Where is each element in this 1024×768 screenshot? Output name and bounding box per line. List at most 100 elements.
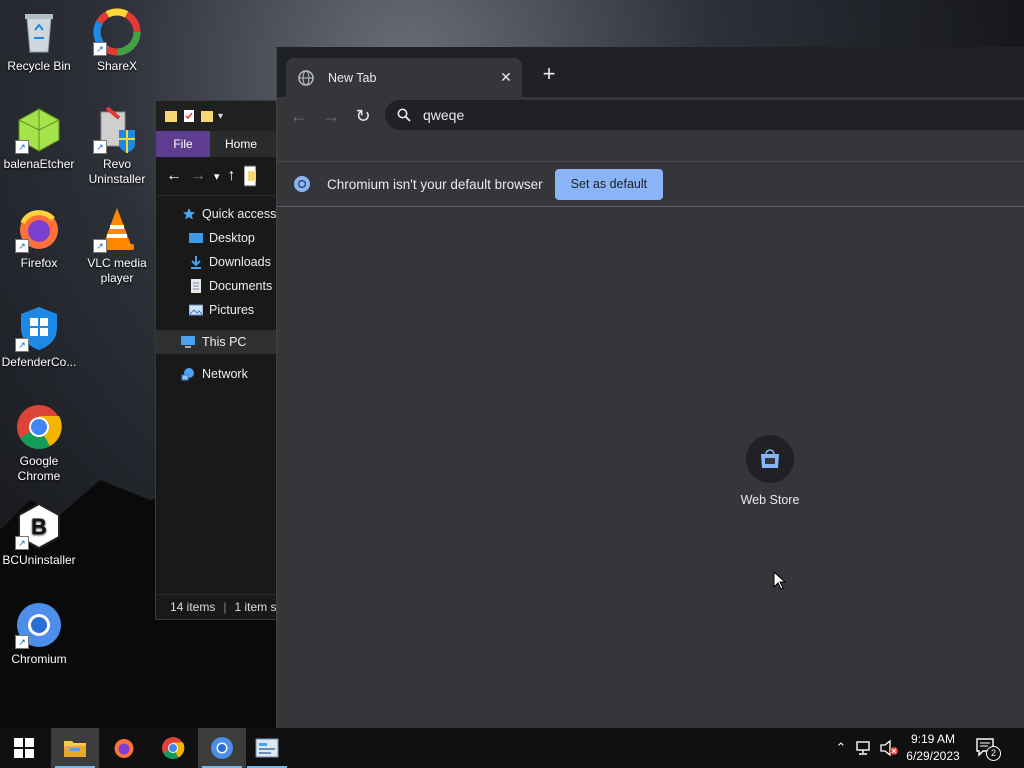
desktop-icon-defender-control[interactable]: ↗ DefenderCo... [0, 304, 79, 370]
network-status-icon[interactable] [854, 739, 876, 757]
chrome-icon [162, 737, 185, 759]
new-tab-button[interactable]: + [537, 61, 561, 87]
folder-icon [165, 111, 177, 122]
globe-icon [298, 69, 314, 86]
network-icon [181, 368, 194, 381]
sharex-icon: ↗ [93, 8, 141, 56]
taskbar-chromium[interactable] [198, 728, 246, 768]
reload-button[interactable]: ↻ [347, 100, 379, 132]
tab-new-tab[interactable]: New Tab ✕ [286, 58, 522, 97]
back-arrow-icon[interactable]: ← [166, 167, 182, 185]
star-icon [183, 208, 195, 220]
clock-date: 6/29/2023 [906, 749, 960, 763]
desktop-icon-chromium[interactable]: ↗ Chromium [0, 601, 79, 667]
mouse-cursor-icon [773, 571, 787, 590]
new-folder-icon[interactable] [200, 108, 214, 124]
default-browser-infobar: Chromium isn't your default browser Set … [277, 162, 1024, 207]
balenaetcher-icon: ↗ [15, 106, 63, 154]
ribbon-tab-file[interactable]: File [156, 131, 210, 157]
new-tab-page: Web Store [277, 207, 1024, 730]
quick-access-dropdown-icon[interactable]: ▾ [218, 111, 223, 122]
back-button[interactable]: ← [283, 100, 315, 132]
item-count: 14 items [170, 600, 216, 614]
desktop-icon-sharex[interactable]: ↗ ShareX [77, 8, 157, 74]
set-as-default-button[interactable]: Set as default [554, 168, 664, 200]
shortcut-arrow-icon: ↗ [15, 140, 29, 154]
desktop-icon-revo-uninstaller[interactable]: ↗ Revo Uninstaller [77, 106, 157, 187]
recycle-bin-icon [15, 8, 63, 56]
taskbar-file-explorer[interactable] [51, 728, 99, 768]
up-arrow-icon[interactable]: ↑ [228, 167, 236, 185]
desktop-icon-vlc[interactable]: ↗ VLC media player [77, 205, 157, 286]
web-store-icon [746, 435, 794, 483]
nav-item-network[interactable]: Network [156, 362, 278, 386]
file-explorer-icon [64, 741, 86, 757]
desktop-icon-google-chrome[interactable]: Google Chrome [0, 403, 79, 484]
system-tray: ⌃ [832, 728, 900, 768]
selection-count: 1 item s [234, 600, 277, 614]
desktop-icon-firefox[interactable]: ↗ Firefox [0, 205, 79, 271]
properties-icon[interactable] [182, 108, 196, 124]
bcuninstaller-icon: B ↗ [15, 502, 63, 550]
svg-text:B: B [31, 514, 47, 539]
forward-button[interactable]: → [315, 100, 347, 132]
nav-item-documents[interactable]: Documents [156, 274, 278, 298]
shortcut-arrow-icon: ↗ [15, 635, 29, 649]
omnibox[interactable] [385, 100, 1024, 130]
defender-control-icon: ↗ [15, 304, 63, 352]
taskbar-firefox[interactable] [100, 728, 148, 768]
forward-arrow-icon[interactable]: → [190, 167, 206, 185]
desktop-icon-recycle-bin[interactable]: Recycle Bin [0, 8, 79, 74]
explorer-title-bar[interactable]: ▾ [156, 101, 278, 131]
address-folder-icon[interactable] [243, 165, 256, 187]
chromium-icon [211, 737, 233, 759]
taskbar-chrome[interactable] [149, 728, 197, 768]
chromium-window[interactable]: New Tab ✕ + ← → ↻ Chromium isn't your de… [276, 47, 1024, 728]
tab-close-icon[interactable]: ✕ [496, 69, 516, 86]
taskbar-clock[interactable]: 9:19 AM 6/29/2023 [900, 731, 966, 765]
desktop-icon-balenaetcher[interactable]: ↗ balenaEtcher [0, 106, 79, 172]
explorer-nav-bar: ← → ▾ ↑ [156, 157, 278, 196]
control-panel-icon [255, 738, 279, 758]
shortcut-web-store[interactable]: Web Store [725, 435, 815, 507]
action-center-button[interactable]: 2 [974, 736, 1001, 761]
shortcut-arrow-icon: ↗ [15, 338, 29, 352]
shortcut-arrow-icon: ↗ [93, 239, 107, 253]
chromium-logo-icon [294, 176, 310, 192]
shortcut-arrow-icon: ↗ [15, 239, 29, 253]
navigation-pane: Quick access Desktop Downloads Documents… [156, 196, 278, 386]
explorer-status-bar: 14 items | 1 item s [156, 594, 278, 619]
desktop-icon-bcuninstaller[interactable]: B ↗ BCUninstaller [0, 502, 79, 568]
forward-arrow-icon: → [322, 105, 340, 126]
notification-count-badge: 2 [986, 746, 1001, 761]
browser-toolbar: ← → ↻ [277, 97, 1024, 135]
document-icon [191, 279, 201, 293]
firefox-icon: ↗ [15, 205, 63, 253]
nav-item-quick-access[interactable]: Quick access [156, 202, 278, 226]
revo-uninstaller-icon: ↗ [93, 106, 141, 154]
show-hidden-icons-chevron-icon[interactable]: ⌃ [832, 740, 850, 756]
nav-item-this-pc[interactable]: This PC [156, 330, 278, 354]
omnibox-input[interactable] [421, 106, 925, 124]
reload-icon: ↻ [355, 105, 371, 126]
status-divider: | [223, 600, 227, 614]
file-explorer-window[interactable]: ▾ File Home ← → ▾ ↑ Quick access Desktop… [155, 100, 279, 620]
back-arrow-icon: ← [290, 105, 308, 126]
shortcut-arrow-icon: ↗ [93, 42, 107, 56]
ribbon-tab-home[interactable]: Home [210, 131, 272, 157]
computer-icon [181, 336, 195, 348]
start-button[interactable] [0, 728, 48, 768]
shortcut-label: Web Store [740, 493, 800, 507]
tab-title: New Tab [328, 70, 377, 85]
desktop-folder-icon [189, 233, 203, 243]
recent-locations-chevron-icon[interactable]: ▾ [214, 170, 220, 183]
firefox-icon [114, 739, 134, 758]
taskbar-control-panel[interactable] [243, 728, 291, 768]
toolbar-separator [277, 135, 1024, 162]
nav-item-pictures[interactable]: Pictures [156, 298, 278, 322]
shortcut-arrow-icon: ↗ [15, 536, 29, 550]
nav-item-desktop[interactable]: Desktop [156, 226, 278, 250]
pictures-icon [189, 304, 203, 316]
nav-item-downloads[interactable]: Downloads [156, 250, 278, 274]
volume-muted-icon[interactable] [878, 739, 900, 757]
